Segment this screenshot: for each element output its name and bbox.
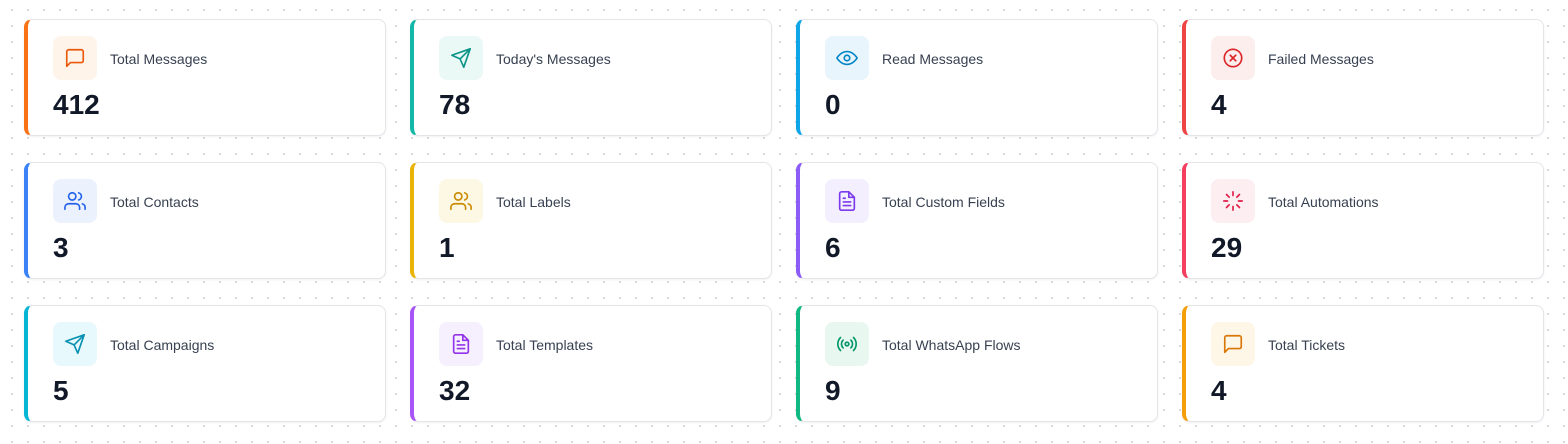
radio-icon [825,322,869,366]
stat-value: 9 [825,375,841,406]
file-text-icon [825,179,869,223]
stat-card-total-whatsapp-flows[interactable]: Total WhatsApp Flows 9 [796,305,1158,422]
stat-value: 4 [1211,375,1227,406]
stat-card-total-templates[interactable]: Total Templates 32 [410,305,772,422]
x-circle-icon [1211,36,1255,80]
stat-label: Read Messages [882,51,984,67]
stat-card-total-contacts[interactable]: Total Contacts 3 [24,162,386,279]
stat-card-total-custom-fields[interactable]: Total Custom Fields 6 [796,162,1158,279]
loader-icon [1211,179,1255,223]
stat-card-total-messages[interactable]: Total Messages 412 [24,19,386,136]
stat-label: Total Custom Fields [882,194,1005,210]
stat-value: 29 [1211,232,1243,263]
message-square-icon [1211,322,1255,366]
stat-label: Failed Messages [1268,51,1374,67]
stat-card-total-automations[interactable]: Total Automations 29 [1182,162,1544,279]
stat-card-failed-messages[interactable]: Failed Messages 4 [1182,19,1544,136]
users-icon [439,179,483,223]
stat-value: 3 [53,232,69,263]
eye-icon [825,36,869,80]
stat-label: Total Templates [496,337,594,353]
stat-label: Today's Messages [496,51,611,67]
stat-value: 5 [53,375,69,406]
stat-label: Total Tickets [1268,337,1346,353]
send-icon [439,36,483,80]
stat-card-total-tickets[interactable]: Total Tickets 4 [1182,305,1544,422]
file-text-icon [439,322,483,366]
stat-label: Total Campaigns [110,337,215,353]
stat-card-total-campaigns[interactable]: Total Campaigns 5 [24,305,386,422]
stat-value: 6 [825,232,841,263]
stat-card-todays-messages[interactable]: Today's Messages 78 [410,19,772,136]
stat-value: 412 [53,89,100,120]
stat-card-read-messages[interactable]: Read Messages 0 [796,19,1158,136]
users-icon [53,179,97,223]
stat-label: Total Messages [110,51,208,67]
message-square-icon [53,36,97,80]
stat-value: 78 [439,89,471,120]
stats-grid: Total Messages 412 Today's Messages 78 R… [24,19,1544,422]
stat-card-total-labels[interactable]: Total Labels 1 [410,162,772,279]
stat-value: 32 [439,375,471,406]
stat-label: Total Labels [496,194,571,210]
stat-label: Total WhatsApp Flows [882,337,1021,353]
stat-value: 1 [439,232,455,263]
stat-value: 0 [825,89,841,120]
stat-value: 4 [1211,89,1227,120]
send-icon [53,322,97,366]
stat-label: Total Automations [1268,194,1379,210]
stat-label: Total Contacts [110,194,199,210]
